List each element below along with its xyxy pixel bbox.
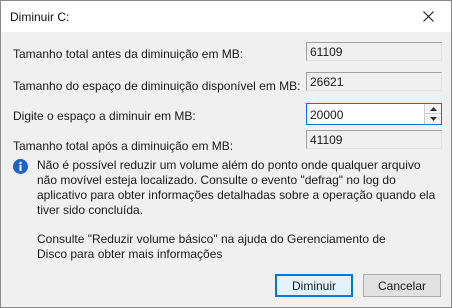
close-button[interactable] — [405, 1, 451, 32]
total-before-label: Tamanho total antes da diminuição em MB: — [13, 47, 244, 61]
total-before-field: 61109 — [306, 42, 442, 61]
close-icon — [422, 11, 434, 22]
total-after-field: 41109 — [306, 130, 442, 149]
info-icon — [13, 159, 28, 174]
title-bar: Diminuir C: — [1, 1, 451, 32]
shrink-button[interactable]: Diminuir — [275, 274, 353, 297]
shrink-dialog: Diminuir C: Tamanho total antes da dimin… — [0, 0, 452, 308]
available-space-label: Tamanho do espaço de diminuição disponív… — [13, 79, 301, 93]
info-message: Não é possível reduzir um volume além do… — [37, 158, 436, 217]
help-message: Consulte "Reduzir volume básico" na ajud… — [37, 232, 386, 261]
available-space-field: 26621 — [306, 72, 442, 91]
chevron-down-icon — [429, 117, 437, 121]
total-after-label: Tamanho total após a diminuição em MB: — [13, 139, 234, 153]
cancel-button[interactable]: Cancelar — [363, 274, 441, 297]
window-title: Diminuir C: — [10, 10, 70, 24]
chevron-up-icon — [429, 106, 437, 111]
spin-down-button[interactable] — [424, 114, 441, 124]
shrink-amount-stepper[interactable] — [306, 103, 442, 125]
shrink-amount-input[interactable] — [307, 104, 424, 124]
spin-up-button[interactable] — [424, 104, 441, 114]
shrink-amount-label: Digite o espaço a diminuir em MB: — [13, 109, 196, 123]
